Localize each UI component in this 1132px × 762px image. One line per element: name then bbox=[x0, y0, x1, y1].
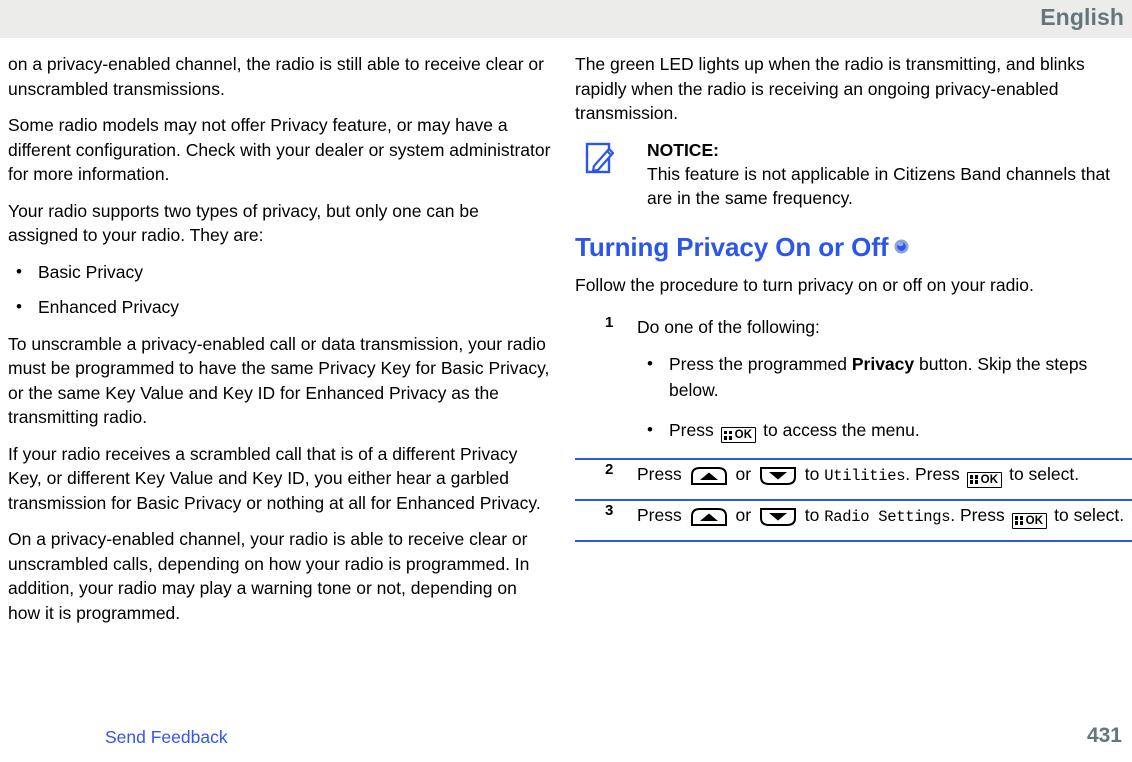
then-label: . Press bbox=[950, 505, 1010, 526]
paragraph: The green LED lights up when the radio i… bbox=[575, 54, 1085, 123]
to-label: to bbox=[799, 464, 825, 485]
press-label: Press bbox=[637, 505, 687, 526]
procedure-steps: 1 Do one of the following: Press the pro… bbox=[575, 313, 1132, 543]
notice-block: NOTICE: This feature is not applicable i… bbox=[575, 138, 1132, 211]
end-label: to select. bbox=[1049, 505, 1125, 526]
blue-circle-badge-icon bbox=[894, 229, 909, 254]
page-title: Turning Privacy On or Off bbox=[575, 229, 1132, 263]
ok-key-label: OK bbox=[980, 473, 999, 486]
step-number: 3 bbox=[605, 502, 614, 520]
ok-key-label: OK bbox=[734, 429, 753, 442]
menu-grid-glyph bbox=[723, 430, 733, 440]
privacy-types-list: Basic Privacy Enhanced Privacy bbox=[8, 260, 553, 320]
end-label: to select. bbox=[1004, 464, 1080, 485]
page-body: on a privacy-enabled channel, the radio … bbox=[0, 52, 1132, 712]
sub-bullet-text-before: Press bbox=[669, 420, 719, 440]
step-item: 2 Press or to Utilities. Press OK to sel… bbox=[575, 460, 1132, 502]
then-label: . Press bbox=[905, 464, 965, 485]
header-language-label: English bbox=[1040, 4, 1124, 30]
ok-key-label: OK bbox=[1025, 514, 1044, 527]
list-item: Basic Privacy bbox=[8, 260, 553, 285]
list-item: Press the programmed Privacy button. Ski… bbox=[637, 351, 1132, 403]
left-column: on a privacy-enabled channel, the radio … bbox=[8, 52, 553, 625]
page-footer: Send Feedback 431 bbox=[0, 712, 1132, 762]
step-text: Press or to Radio Settings. Press OK to … bbox=[637, 505, 1125, 529]
menu-item-name: Radio Settings bbox=[824, 508, 951, 527]
document-page: English on a privacy-enabled channel, th… bbox=[0, 0, 1132, 762]
step-text: Press or to Utilities. Press OK to selec… bbox=[637, 464, 1080, 488]
menu-grid-glyph bbox=[969, 475, 979, 485]
send-feedback-link[interactable]: Send Feedback bbox=[105, 726, 228, 748]
paragraph: To unscramble a privacy-enabled call or … bbox=[8, 333, 550, 428]
menu-item-name: Utilities bbox=[824, 467, 906, 486]
step-item: 1 Do one of the following: Press the pro… bbox=[575, 313, 1132, 461]
step-sub-bullets: Press the programmed Privacy button. Ski… bbox=[637, 351, 1132, 444]
page-header-band bbox=[0, 0, 1132, 38]
to-label: to bbox=[799, 505, 825, 526]
paragraph: On a privacy-enabled channel, your radio… bbox=[8, 529, 530, 623]
press-label: Press bbox=[637, 464, 687, 485]
right-column: The green LED lights up when the radio i… bbox=[575, 52, 1132, 543]
section-title-text: Turning Privacy On or Off bbox=[575, 231, 889, 262]
paragraph: Your radio supports two types of privacy… bbox=[8, 200, 479, 246]
paragraph: on a privacy-enabled channel, the radio … bbox=[8, 54, 544, 99]
or-label: or bbox=[730, 464, 756, 485]
notice-title: NOTICE: bbox=[647, 139, 719, 160]
sub-bullet-text-before: Press the programmed bbox=[669, 354, 852, 374]
down-arrow-key-icon bbox=[759, 466, 797, 486]
menu-grid-glyph bbox=[1014, 516, 1024, 526]
ok-key-icon: OK bbox=[720, 427, 757, 444]
step-number: 2 bbox=[605, 461, 614, 479]
paragraph: Some radio models may not offer Privacy … bbox=[8, 115, 551, 184]
privacy-button-name: Privacy bbox=[851, 354, 915, 374]
ok-key-icon: OK bbox=[1011, 512, 1048, 529]
sub-bullet-text-after: to access the menu. bbox=[758, 420, 920, 440]
step-number: 1 bbox=[605, 314, 614, 331]
up-arrow-key-icon bbox=[690, 507, 728, 527]
down-arrow-key-icon bbox=[759, 507, 797, 527]
notice-body: This feature is not applicable in Citize… bbox=[647, 163, 1111, 209]
page-number: 431 bbox=[1086, 724, 1122, 747]
step-text: Do one of the following: bbox=[637, 317, 820, 337]
up-arrow-key-icon bbox=[690, 466, 728, 486]
paragraph: If your radio receives a scrambled call … bbox=[8, 443, 541, 513]
step-item: 3 Press or to Radio Settings. Press OK t… bbox=[575, 501, 1132, 543]
paragraph: Follow the procedure to turn privacy on … bbox=[575, 274, 1034, 295]
list-item: Enhanced Privacy bbox=[8, 295, 553, 320]
list-item: Press OK to access the menu. bbox=[637, 417, 1132, 444]
notice-pencil-icon bbox=[585, 141, 617, 177]
ok-key-icon: OK bbox=[966, 471, 1003, 488]
or-label: or bbox=[730, 505, 756, 526]
